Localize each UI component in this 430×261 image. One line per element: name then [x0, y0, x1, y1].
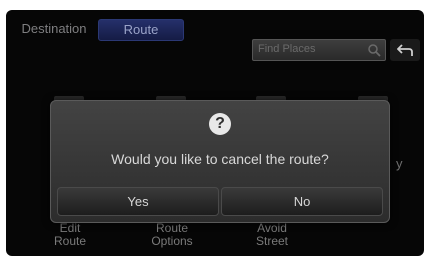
menu-item-avoid-street[interactable]: Avoid Street: [232, 222, 312, 248]
back-arrow-icon: [397, 44, 413, 56]
dialog-message: Would you like to cancel the route?: [111, 151, 329, 167]
question-icon: ?: [209, 113, 231, 135]
menu-label-line2: Street: [255, 234, 288, 248]
tab-route[interactable]: Route: [98, 19, 184, 41]
search-placeholder: Find Places: [258, 43, 316, 55]
cancel-route-dialog: ? Would you like to cancel the route? Ye…: [50, 100, 390, 223]
search-input[interactable]: Find Places: [252, 39, 386, 61]
menu-item-route-options[interactable]: Route Options: [132, 222, 212, 248]
menu-item-edit-route[interactable]: Edit Route: [30, 222, 110, 248]
menu-item-4-partial-label: y: [396, 156, 403, 171]
yes-button[interactable]: Yes: [57, 187, 219, 216]
back-button[interactable]: [390, 39, 420, 61]
no-button[interactable]: No: [221, 187, 383, 216]
search-icon: [368, 44, 381, 57]
menu-label-line2: Route: [53, 234, 87, 248]
tab-destination[interactable]: Destination: [12, 19, 96, 39]
menu-label-line2: Options: [151, 234, 193, 248]
